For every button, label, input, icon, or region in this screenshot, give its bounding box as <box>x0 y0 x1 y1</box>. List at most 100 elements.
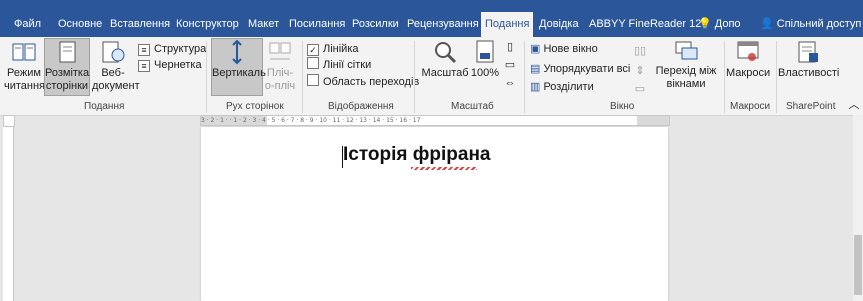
tab-abbyy[interactable]: ABBYY FineReader 12 <box>589 12 701 37</box>
split-button[interactable]: ▥ Розділити <box>530 79 594 95</box>
new-window-button[interactable]: ▣ Нове вікно <box>530 41 598 57</box>
vertical-label: Вертикаль <box>212 67 266 79</box>
tab-insert[interactable]: Вставлення <box>110 12 170 37</box>
gridlines-label: Лінії сітки <box>323 59 372 71</box>
group-label-page-movement: Рух сторінок <box>226 101 284 112</box>
view-side-by-side-button[interactable]: ▯▯ <box>633 45 647 58</box>
macros-icon <box>737 41 759 61</box>
multiple-pages-button[interactable]: ▭ <box>504 59 516 72</box>
reset-position-icon: ▭ <box>634 83 646 95</box>
chevron-up-icon: ︿ <box>848 99 860 111</box>
group-separator <box>724 41 725 113</box>
book-icon <box>12 43 36 61</box>
sync-scroll-icon: ⇕ <box>635 65 645 77</box>
nav-pane-label: Область переходів <box>323 76 420 88</box>
ruler-ticks: 3 · 2 · 1 · · 1 · 2 · 3 · 4 · 5 · 6 · 7 … <box>201 117 421 124</box>
side-to-side-button[interactable]: Пліч-о-пліч <box>264 39 296 93</box>
page-width-button[interactable]: ⇔ <box>504 77 516 90</box>
group-label-show: Відображення <box>328 101 394 112</box>
page-100-icon <box>476 40 494 63</box>
macros-button[interactable]: Макроси <box>726 39 770 80</box>
checkbox-icon <box>307 74 319 86</box>
new-window-icon: ▣ <box>530 43 544 55</box>
scrollbar-thumb[interactable] <box>854 235 862 295</box>
properties-button[interactable]: Властивості <box>778 39 840 80</box>
tab-mailings[interactable]: Розсилки <box>352 12 399 37</box>
zoom-100-button[interactable]: 100% <box>470 39 500 80</box>
group-separator <box>302 41 303 113</box>
switch-windows-button[interactable]: Перехід між вікнами <box>654 39 718 91</box>
tab-design[interactable]: Конструктор <box>176 12 239 37</box>
tab-review[interactable]: Рецензування <box>407 12 479 37</box>
tab-file[interactable]: Файл <box>14 12 41 37</box>
reset-position-button[interactable]: ▭ <box>633 83 647 96</box>
outline-icon: ≡ <box>138 44 150 56</box>
zoom-button[interactable]: Масштаб <box>420 39 470 80</box>
ribbon-view: Режим читання Розмітка сторінки Веб-доку… <box>0 37 863 116</box>
collapse-ribbon-button[interactable]: ︿ <box>848 99 860 112</box>
group-label-window: Вікно <box>610 101 635 112</box>
ruler-label: Лінійка <box>323 43 359 55</box>
switch-windows-label: Перехід між вікнами <box>655 65 717 90</box>
group-separator <box>776 41 777 113</box>
print-layout-label: Розмітка сторінки <box>45 67 90 92</box>
split-label: Розділити <box>543 81 594 93</box>
vertical-scrollbar[interactable] <box>853 115 863 301</box>
checkbox-icon <box>307 57 319 69</box>
outline-button[interactable]: ≡ Структура <box>138 41 206 57</box>
magnifier-icon <box>435 42 457 64</box>
new-window-label: Нове вікно <box>543 43 598 55</box>
tab-layout[interactable]: Макет <box>248 12 279 37</box>
page-width-icon: ⇔ <box>504 77 516 89</box>
properties-icon <box>798 41 818 63</box>
globe-page-icon <box>102 41 125 63</box>
side-by-side-icon: ▯▯ <box>633 45 647 57</box>
sync-scroll-button[interactable]: ⇕ <box>633 65 647 78</box>
page-icon <box>59 41 76 63</box>
side-to-side-label: Пліч-о-пліч <box>264 67 296 92</box>
group-separator <box>206 41 207 113</box>
tab-view[interactable]: Подання <box>481 12 534 37</box>
one-page-button[interactable]: ▯ <box>504 41 516 54</box>
tab-help[interactable]: Довідка <box>539 12 579 37</box>
share-button[interactable]: 👤 Спільний доступ <box>760 12 861 37</box>
properties-label: Властивості <box>778 67 840 79</box>
group-label-views: Подання <box>84 101 125 112</box>
multiple-pages-icon: ▭ <box>504 59 516 71</box>
checkbox-checked-icon: ✓ <box>307 44 319 56</box>
print-layout-button[interactable]: Розмітка сторінки <box>44 38 90 96</box>
user-icon: 👤 <box>760 18 774 30</box>
web-layout-button[interactable]: Веб-документ <box>92 39 140 93</box>
zoom-label: Масштаб <box>421 67 469 79</box>
group-separator <box>414 41 415 113</box>
gridlines-checkbox[interactable]: Лінії сітки <box>307 57 371 73</box>
share-label: Спільний доступ <box>776 18 862 30</box>
document-page[interactable]: Історія фрірана <box>201 127 668 301</box>
switch-windows-icon <box>675 41 698 60</box>
arrange-all-button[interactable]: ▤ Упорядкувати всі <box>530 61 630 77</box>
spelling-underline <box>411 167 477 170</box>
tab-selector[interactable] <box>3 115 15 127</box>
lightbulb-icon: 💡 <box>698 18 712 30</box>
read-mode-button[interactable]: Режим читання <box>4 39 45 93</box>
ruler-margin-right <box>637 116 669 125</box>
ribbon-tab-bar: Файл Основне Вставлення Конструктор Маке… <box>0 0 863 37</box>
tab-home[interactable]: Основне <box>58 12 102 37</box>
group-label-macros: Макроси <box>730 101 771 112</box>
group-label-zoom: Масштаб <box>451 101 494 112</box>
nav-pane-checkbox[interactable]: Область переходів <box>307 74 419 90</box>
vertical-button[interactable]: Вертикаль <box>211 38 266 96</box>
vertical-ruler[interactable] <box>3 127 14 301</box>
draft-label: Чернетка <box>154 59 202 71</box>
side-pages-icon <box>269 42 291 60</box>
draft-button[interactable]: ≡ Чернетка <box>138 57 202 73</box>
horizontal-ruler[interactable]: 3 · 2 · 1 · · 1 · 2 · 3 · 4 · 5 · 6 · 7 … <box>200 115 670 126</box>
vertical-pages-icon <box>232 39 242 65</box>
one-page-icon: ▯ <box>506 41 514 53</box>
ruler-checkbox[interactable]: ✓ Лінійка <box>307 41 359 57</box>
macros-label: Макроси <box>726 67 771 79</box>
outline-label: Структура <box>154 43 207 55</box>
tab-references[interactable]: Посилання <box>289 12 345 37</box>
tell-me-search[interactable]: 💡 Допо <box>698 12 741 37</box>
document-title[interactable]: Історія фрірана <box>343 144 490 166</box>
